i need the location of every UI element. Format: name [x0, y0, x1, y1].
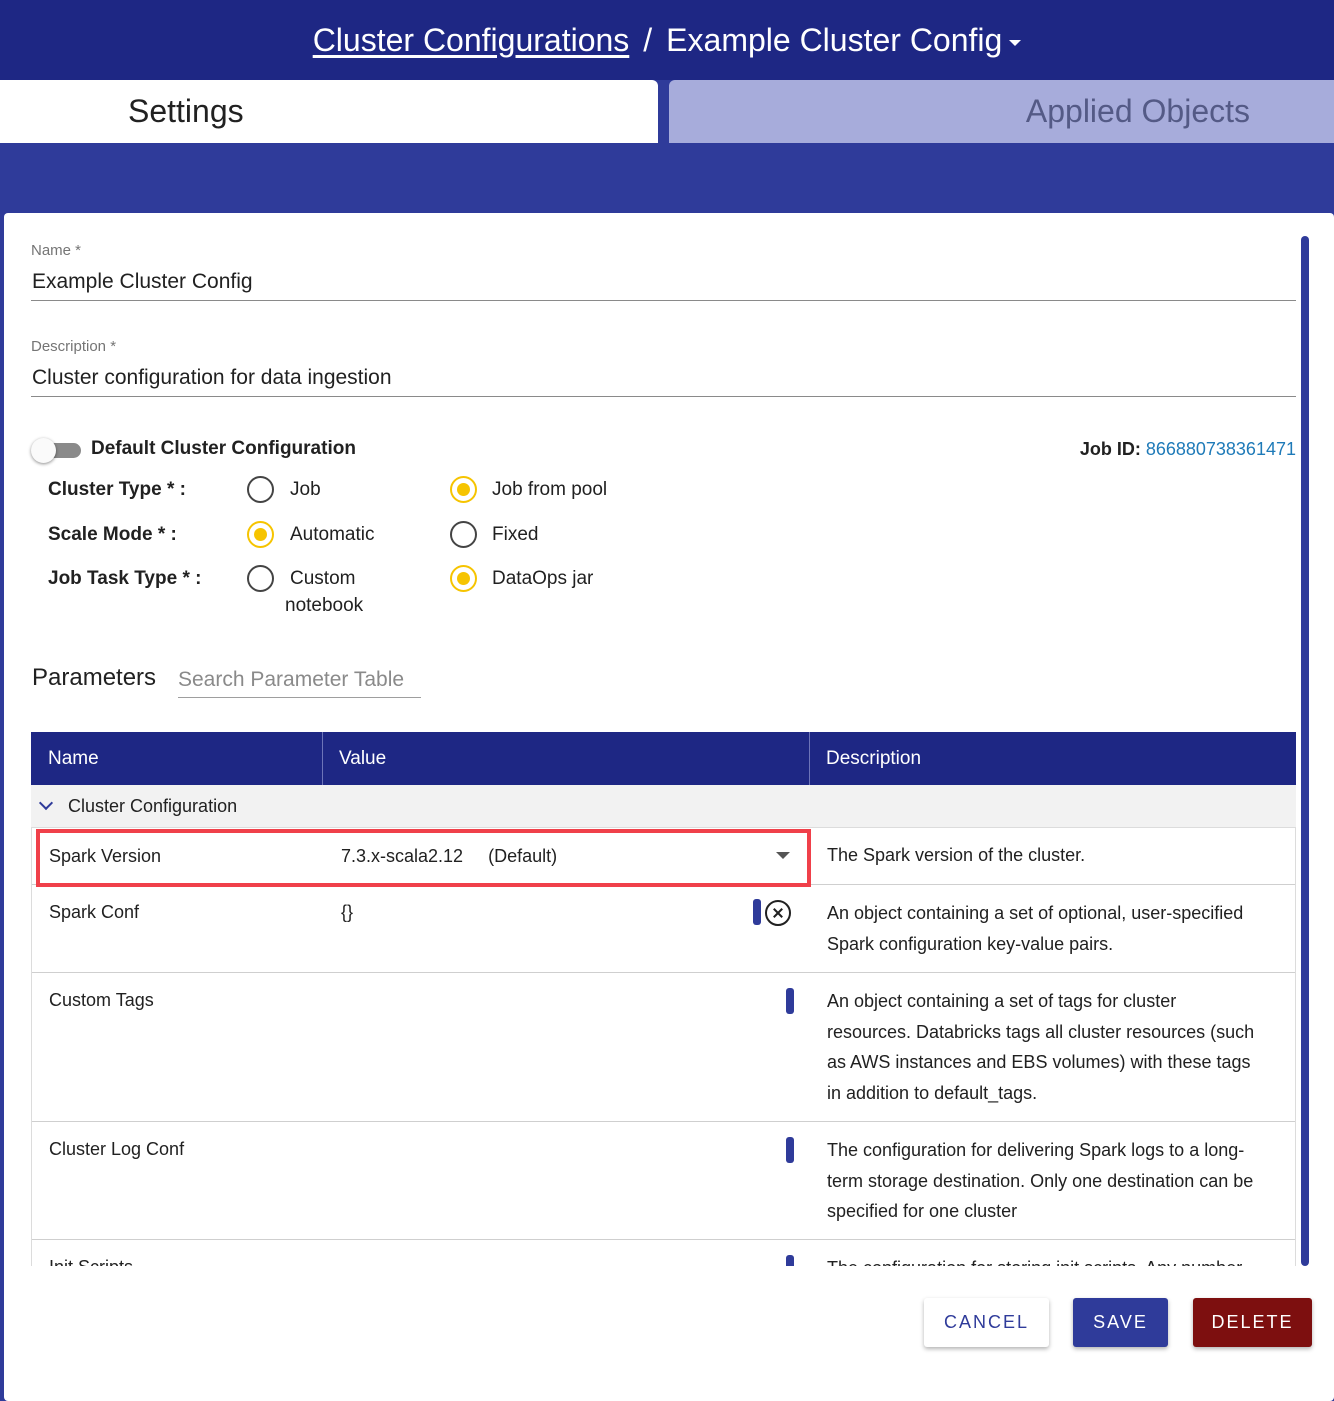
resize-handle[interactable]	[786, 1137, 794, 1163]
parameter-table-body: Spark Version 7.3.x-scala2.12 (Default) …	[31, 828, 1296, 1266]
param-description-line: The configuration for delivering Spark l…	[827, 1140, 1245, 1160]
column-header-value[interactable]: Value	[322, 732, 386, 785]
param-description-line: as AWS instances and EBS volumes) with t…	[827, 1052, 1251, 1072]
tab-applied-objects[interactable]: Applied Objects	[669, 80, 1334, 143]
param-description: The configuration for delivering Spark l…	[827, 1135, 1287, 1227]
group-label: Cluster Configuration	[68, 796, 238, 816]
parameters-title: Parameters	[32, 664, 157, 691]
tab-applied-objects-label: Applied Objects	[1025, 93, 1250, 129]
param-description: The Spark version of the cluster.	[827, 840, 1287, 871]
table-row: Init Scripts The configuration for stori…	[32, 1240, 1295, 1266]
radio-cluster-type-job-from-pool-label: Job from pool	[492, 479, 608, 500]
name-field-label: Name *	[31, 242, 82, 259]
resize-handle[interactable]	[786, 988, 794, 1014]
table-row: Spark Conf {} An object containing a set…	[32, 885, 1295, 973]
param-description-line: term storage destination. Only one desti…	[827, 1170, 1254, 1191]
resize-handle[interactable]	[786, 1255, 794, 1266]
param-description: An object containing a set of optional, …	[827, 898, 1287, 959]
cluster-type-label: Cluster Type * :	[48, 479, 186, 500]
dropdown-arrow-icon[interactable]	[776, 852, 790, 859]
param-description-line: Spark configuration key-value pairs.	[827, 933, 1114, 954]
param-name: Spark Version	[49, 846, 162, 866]
spark-version-default-note: (Default)	[488, 846, 558, 866]
param-description-line: An object containing a set of tags for c…	[827, 991, 1177, 1011]
chevron-down-icon	[38, 795, 54, 811]
scale-mode-label: Scale Mode * :	[48, 524, 177, 545]
default-config-label: Default Cluster Configuration	[91, 438, 356, 459]
app-header: Cluster Configurations / Example Cluster…	[0, 0, 1334, 80]
spark-conf-value[interactable]: {}	[341, 902, 353, 923]
radio-cluster-type-job[interactable]	[247, 476, 274, 503]
param-name: Custom Tags	[49, 990, 154, 1010]
param-description: An object containing a set of tags for c…	[827, 986, 1287, 1108]
job-id: Job ID: 866880738361471	[1080, 439, 1296, 460]
param-name: Init Scripts	[49, 1257, 133, 1266]
radio-job-task-dataops-jar-label: DataOps jar	[492, 568, 594, 589]
radio-job-task-custom-label: Custom	[290, 568, 356, 589]
config-selector[interactable]: Example Cluster Config	[666, 21, 1022, 59]
spark-version-value: 7.3.x-scala2.12	[341, 846, 464, 866]
radio-scale-mode-fixed[interactable]	[450, 521, 477, 548]
job-id-link[interactable]: 866880738361471	[1146, 439, 1296, 459]
tab-settings[interactable]: Settings	[0, 80, 658, 143]
save-button[interactable]: SAVE	[1073, 1298, 1168, 1347]
param-description-line: The Spark version of the cluster.	[827, 845, 1086, 865]
breadcrumb-link-cluster-configurations[interactable]: Cluster Configurations	[313, 22, 630, 59]
radio-scale-mode-automatic-label: Automatic	[290, 524, 375, 545]
resize-handle[interactable]	[753, 899, 761, 925]
description-field-label: Description *	[31, 338, 117, 355]
tab-settings-label: Settings	[128, 93, 244, 129]
breadcrumb-separator: /	[643, 21, 653, 58]
delete-button[interactable]: DELETE	[1193, 1298, 1312, 1347]
param-description-line: The configuration for storing init scrip…	[827, 1253, 1287, 1266]
job-task-type-label: Job Task Type * :	[48, 568, 202, 589]
param-description-line: An object containing a set of optional, …	[827, 903, 1244, 923]
param-name: Cluster Log Conf	[49, 1139, 185, 1159]
param-description-line: resources. Databricks tags all cluster r…	[827, 1021, 1255, 1042]
group-row-cluster-configuration[interactable]: Cluster Configuration	[31, 785, 1296, 828]
param-name: Spark Conf	[49, 902, 140, 922]
description-field-underline	[31, 396, 1296, 397]
radio-cluster-type-job-from-pool[interactable]	[450, 476, 477, 503]
name-field[interactable]: Example Cluster Config	[32, 270, 253, 294]
toggle-knob	[31, 438, 56, 463]
radio-job-task-custom-notebook[interactable]	[247, 565, 274, 592]
parameter-search-input[interactable]	[178, 662, 421, 698]
description-field[interactable]: Cluster configuration for data ingestion	[32, 366, 392, 390]
radio-scale-mode-fixed-label: Fixed	[492, 524, 539, 545]
page-title: Example Cluster Config	[666, 21, 1003, 58]
job-id-label: Job ID:	[1079, 439, 1141, 459]
param-description-line: in addition to default_tags.	[827, 1082, 1038, 1103]
column-header-description[interactable]: Description	[809, 732, 921, 785]
spark-version-select[interactable]: 7.3.x-scala2.12 (Default)	[341, 846, 557, 867]
parameter-table-header: Name Value Description	[31, 732, 1296, 785]
column-header-name[interactable]: Name	[31, 732, 99, 785]
vertical-scrollbar[interactable]	[1301, 236, 1309, 1266]
radio-job-task-notebook-label: notebook	[285, 595, 364, 616]
name-field-underline	[31, 300, 1296, 301]
radio-scale-mode-automatic[interactable]	[247, 521, 274, 548]
default-config-toggle[interactable]	[31, 438, 81, 464]
radio-cluster-type-job-label: Job	[290, 479, 321, 500]
table-row: Spark Version 7.3.x-scala2.12 (Default) …	[32, 828, 1295, 885]
radio-job-task-dataops-jar[interactable]	[450, 565, 477, 592]
cancel-button[interactable]: CANCEL	[924, 1298, 1049, 1347]
table-row: Cluster Log Conf The configuration for d…	[32, 1122, 1295, 1240]
clear-icon[interactable]	[765, 900, 791, 926]
caret-down-icon	[1009, 40, 1022, 46]
table-row: Custom Tags An object containing a set o…	[32, 973, 1295, 1122]
param-description: The configuration for storing init scrip…	[827, 1253, 1287, 1266]
param-description-line: specified for one cluster	[827, 1201, 1018, 1221]
